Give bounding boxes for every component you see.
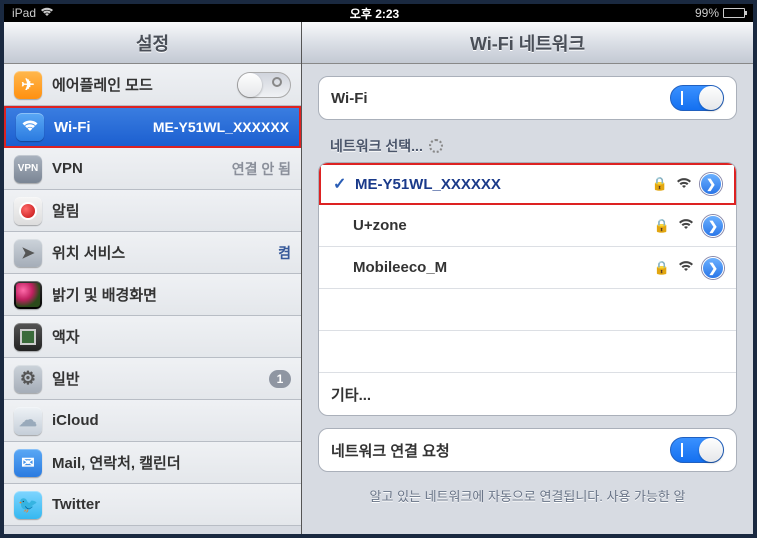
cloud-icon: ☁ xyxy=(14,407,42,435)
frame-icon xyxy=(14,323,42,351)
wifi-label: Wi-Fi xyxy=(331,90,662,107)
twitter-icon: 🐦 xyxy=(14,491,42,519)
device-label: iPad xyxy=(12,6,36,20)
status-bar: iPad 오후 2:23 99% xyxy=(4,4,753,22)
sidebar-item-value: ME-Y51WL_XXXXXX xyxy=(153,119,289,135)
wifi-master-toggle-row[interactable]: Wi-Fi xyxy=(319,77,736,119)
network-row[interactable]: ✓ ME-Y51WL_XXXXXX 🔒 ❯ xyxy=(319,163,736,205)
network-name: Mobileeco_M xyxy=(353,259,646,276)
airplane-toggle[interactable] xyxy=(237,72,291,98)
mail-icon: ✉ xyxy=(14,449,42,477)
sidebar-item-location[interactable]: ➤ 위치 서비스 켬 xyxy=(4,232,301,274)
network-row-empty xyxy=(319,331,736,373)
wifi-toggle[interactable] xyxy=(670,85,724,111)
ask-join-toggle[interactable] xyxy=(670,437,724,463)
settings-sidebar: 설정 ✈ 에어플레인 모드 Wi-Fi ME-Y51WL_XXXXXX VPN xyxy=(4,22,302,534)
vpn-icon: VPN xyxy=(14,155,42,183)
sidebar-item-label: VPN xyxy=(52,160,222,177)
badge-count: 1 xyxy=(269,370,291,388)
signal-icon xyxy=(678,217,694,234)
sidebar-item-label: 일반 xyxy=(52,368,259,389)
network-detail-button[interactable]: ❯ xyxy=(700,173,722,195)
sidebar-item-label: 에어플레인 모드 xyxy=(52,74,227,95)
signal-icon xyxy=(678,259,694,276)
notifications-icon xyxy=(14,197,42,225)
network-name: U+zone xyxy=(353,217,646,234)
ask-to-join-row[interactable]: 네트워크 연결 요청 xyxy=(319,429,736,471)
detail-panel: Wi-Fi 네트워크 Wi-Fi 네트워크 선택... ✓ ME-Y51WL_X… xyxy=(302,22,753,534)
sidebar-item-brightness[interactable]: 밝기 및 배경화면 xyxy=(4,274,301,316)
sidebar-item-label: 액자 xyxy=(52,326,291,347)
detail-header: Wi-Fi 네트워크 xyxy=(302,22,753,64)
sidebar-item-value: 켬 xyxy=(278,243,291,263)
sidebar-item-general[interactable]: ⚙ 일반 1 xyxy=(4,358,301,400)
wifi-status-icon xyxy=(40,6,54,20)
network-row[interactable]: U+zone 🔒 ❯ xyxy=(319,205,736,247)
sidebar-item-label: Twitter xyxy=(52,496,291,513)
sidebar-item-label: iCloud xyxy=(52,412,291,429)
sidebar-item-label: 밝기 및 배경화면 xyxy=(52,284,291,305)
sidebar-item-vpn[interactable]: VPN VPN 연결 안 됨 xyxy=(4,148,301,190)
network-row-empty xyxy=(319,289,736,331)
footer-help-text: 알고 있는 네트워크에 자동으로 연결됩니다. 사용 가능한 알 xyxy=(318,484,737,507)
sidebar-item-icloud[interactable]: ☁ iCloud xyxy=(4,400,301,442)
other-network-row[interactable]: 기타... xyxy=(319,373,736,415)
sidebar-item-frame[interactable]: 액자 xyxy=(4,316,301,358)
status-time: 오후 2:23 xyxy=(54,5,695,22)
sidebar-item-label: 알림 xyxy=(52,200,291,221)
sidebar-item-label: 위치 서비스 xyxy=(52,242,268,263)
signal-icon xyxy=(676,176,692,193)
sidebar-item-label: Wi-Fi xyxy=(54,119,143,136)
wifi-icon xyxy=(16,113,44,141)
sidebar-item-mail[interactable]: ✉ Mail, 연락처, 캘린더 xyxy=(4,442,301,484)
spinner-icon xyxy=(429,139,443,153)
other-label: 기타... xyxy=(331,384,724,405)
sidebar-header: 설정 xyxy=(4,22,301,64)
sidebar-item-wifi[interactable]: Wi-Fi ME-Y51WL_XXXXXX xyxy=(4,106,301,148)
lock-icon: 🔒 xyxy=(654,218,670,234)
sidebar-item-airplane[interactable]: ✈ 에어플레인 모드 xyxy=(4,64,301,106)
airplane-icon: ✈ xyxy=(14,71,42,99)
sidebar-item-value: 연결 안 됨 xyxy=(232,159,291,179)
lock-icon: 🔒 xyxy=(652,176,668,192)
check-icon: ✓ xyxy=(333,174,347,194)
network-detail-button[interactable]: ❯ xyxy=(702,215,724,237)
battery-percent: 99% xyxy=(695,6,719,20)
gear-icon: ⚙ xyxy=(14,365,42,393)
battery-icon xyxy=(723,8,745,18)
lock-icon: 🔒 xyxy=(654,260,670,276)
network-name: ME-Y51WL_XXXXXX xyxy=(355,176,644,193)
sidebar-item-notifications[interactable]: 알림 xyxy=(4,190,301,232)
brightness-icon xyxy=(14,281,42,309)
ask-join-label: 네트워크 연결 요청 xyxy=(331,440,662,461)
network-row[interactable]: Mobileeco_M 🔒 ❯ xyxy=(319,247,736,289)
sidebar-item-label: Mail, 연락처, 캘린더 xyxy=(52,452,291,473)
sidebar-item-twitter[interactable]: 🐦 Twitter xyxy=(4,484,301,526)
choose-network-label: 네트워크 선택... xyxy=(318,132,737,162)
network-detail-button[interactable]: ❯ xyxy=(702,257,724,279)
location-icon: ➤ xyxy=(14,239,42,267)
